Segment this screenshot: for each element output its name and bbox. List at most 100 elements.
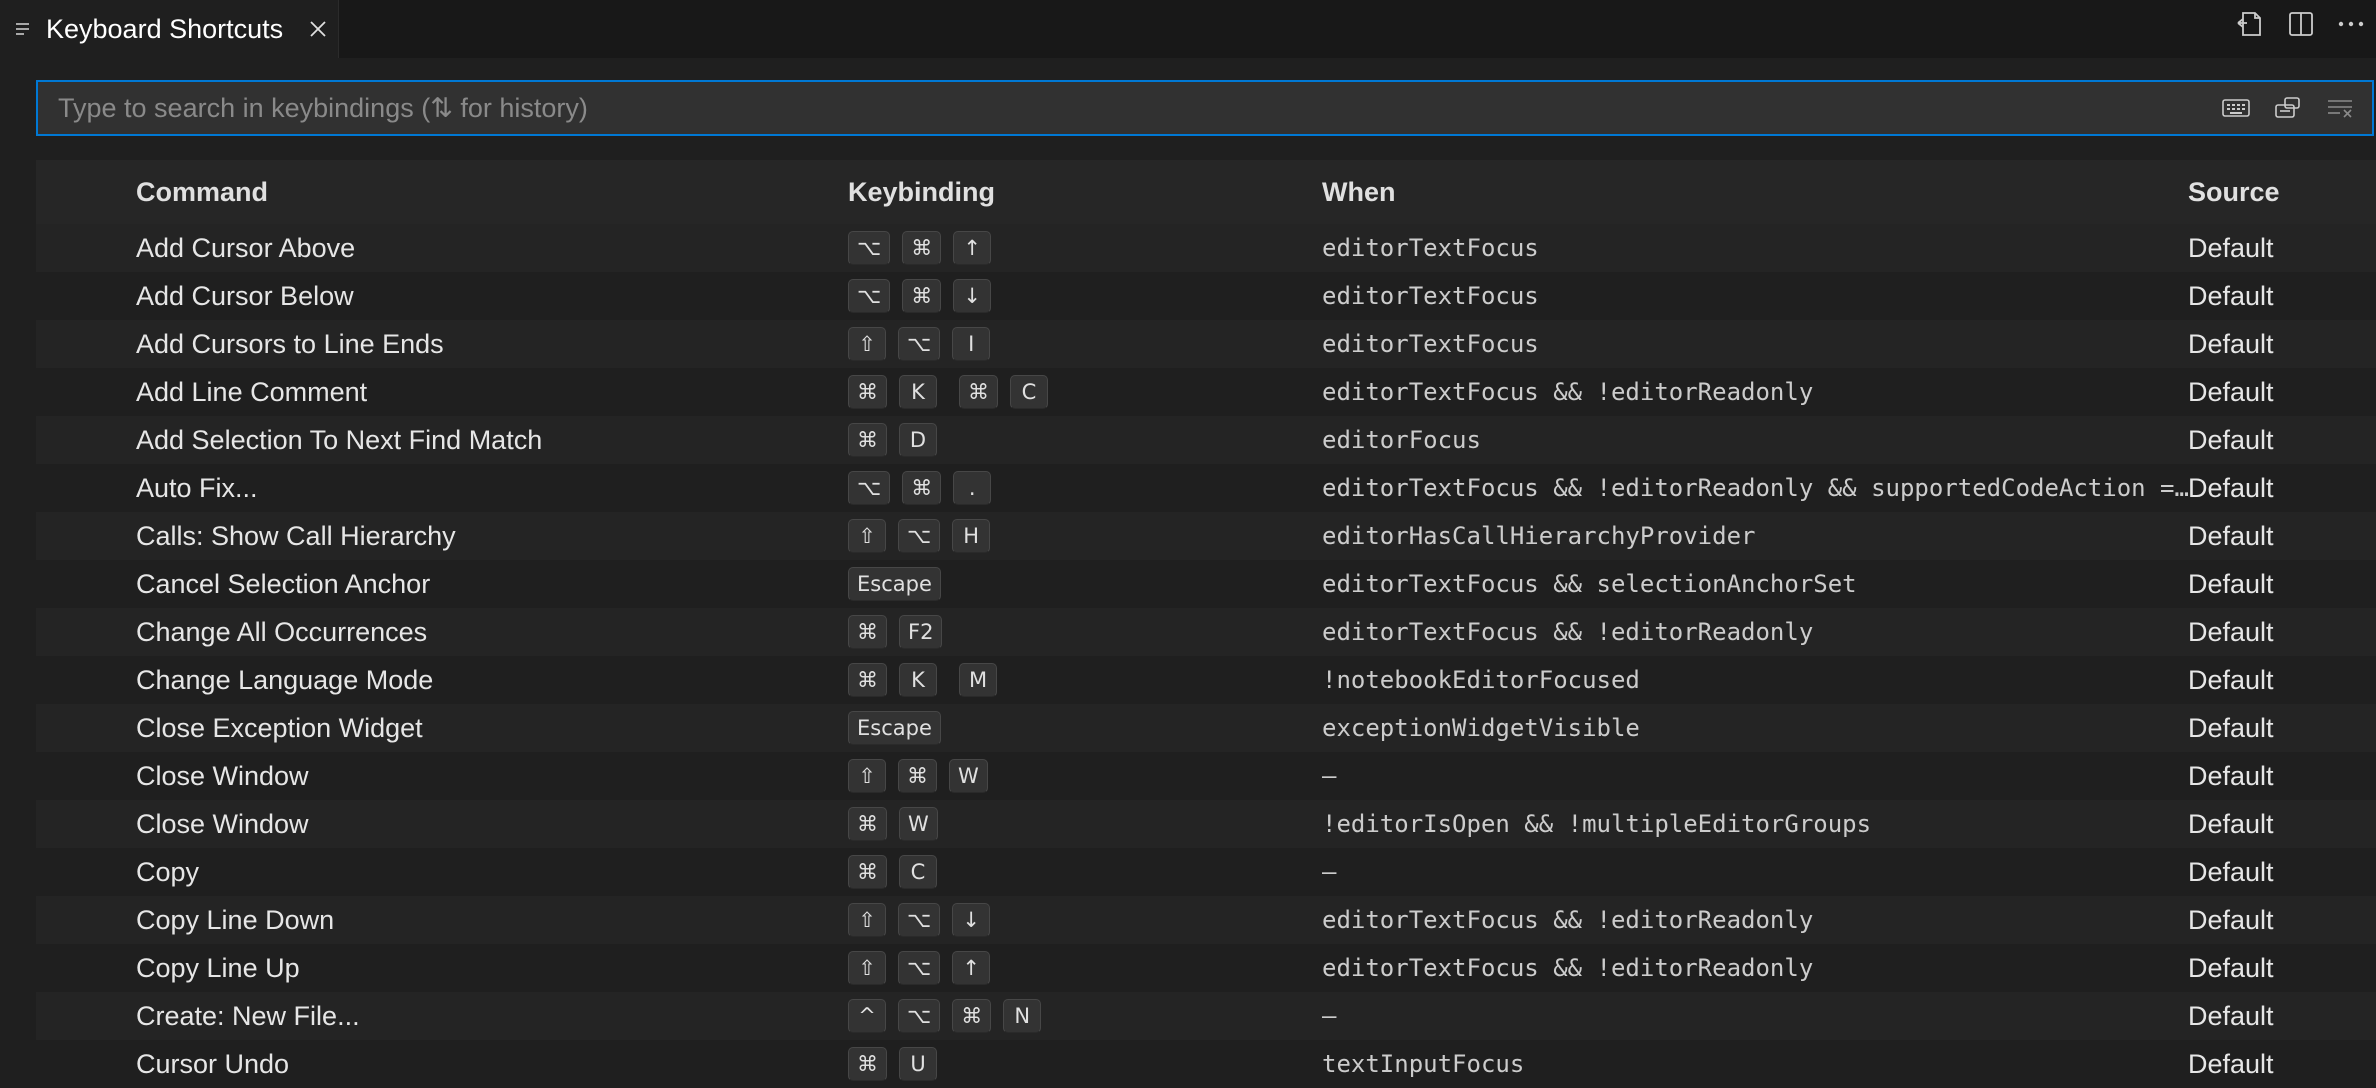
when-cell: editorTextFocus && !editorReadonly bbox=[1322, 378, 1814, 406]
table-row[interactable]: Close Exception Widget Escape exceptionWid… bbox=[36, 704, 2376, 752]
key-label: C bbox=[899, 855, 937, 889]
tab-title: Keyboard Shortcuts bbox=[46, 13, 284, 44]
command-cell: Auto Fix... bbox=[136, 472, 258, 503]
command-cell: Copy Line Down bbox=[136, 904, 335, 935]
keybinding-cell: Escape bbox=[848, 567, 953, 601]
key-label: ⌘ bbox=[848, 423, 887, 457]
table-body: Add Cursor Above ⌥ ⌘ ↑ editorTextFocus Defaul… bbox=[36, 224, 2376, 1088]
key-label: K bbox=[899, 663, 937, 697]
key-label: ⌥ bbox=[898, 951, 941, 985]
record-keys-icon[interactable] bbox=[2210, 86, 2262, 130]
table-row[interactable]: Calls: Show Call Hierarchy ⇧ ⌥ HeditorHasCa… bbox=[36, 512, 2376, 560]
key-label: W bbox=[899, 807, 938, 841]
key-label: W bbox=[949, 759, 988, 793]
command-cell: Copy bbox=[136, 856, 200, 887]
key-label: ⌥ bbox=[898, 999, 941, 1033]
keybinding-cell: ⌥ ⌘ ↑ bbox=[848, 231, 1003, 265]
command-cell: Change Language Mode bbox=[136, 664, 434, 695]
source-cell: Default bbox=[2188, 1048, 2274, 1079]
key-label: ^ bbox=[848, 999, 886, 1033]
key-label: C bbox=[1010, 375, 1048, 409]
keybinding-cell: ^ ⌥ ⌘ N bbox=[848, 999, 1053, 1033]
key-label: ⌘ bbox=[902, 471, 942, 505]
when-cell: editorTextFocus && selectionAnchorSet bbox=[1322, 570, 1857, 598]
source-cell: Default bbox=[2188, 664, 2274, 695]
editor-tab-bar: Keyboard Shortcuts bbox=[0, 0, 2376, 58]
command-cell: Cursor Undo bbox=[136, 1048, 290, 1079]
when-cell: !editorIsOpen && !multipleEditorGroups bbox=[1322, 810, 1872, 838]
search-input[interactable] bbox=[38, 81, 2210, 135]
column-header-when[interactable]: When bbox=[1322, 177, 1396, 208]
table-row[interactable]: Add Cursor Above ⌥ ⌘ ↑ editorTextFocus Defaul… bbox=[36, 224, 2376, 272]
tab-keyboard-shortcuts[interactable]: Keyboard Shortcuts bbox=[0, 0, 339, 58]
key-label: ⌘ bbox=[952, 999, 992, 1033]
when-cell: editorTextFocus && !editorReadonly bbox=[1322, 906, 1814, 934]
key-label: ⌘ bbox=[848, 615, 887, 649]
source-cell: Default bbox=[2188, 280, 2274, 311]
command-cell: Cancel Selection Anchor bbox=[136, 568, 431, 599]
table-row[interactable]: Create: New File... ^ ⌥ ⌘ N – Default bbox=[36, 992, 2376, 1040]
source-cell: Default bbox=[2188, 376, 2274, 407]
close-icon[interactable] bbox=[305, 16, 331, 42]
keybinding-cell: ⌘ K ⌘ C bbox=[848, 375, 1060, 409]
source-cell: Default bbox=[2188, 424, 2274, 455]
when-cell: editorTextFocus bbox=[1322, 282, 1539, 310]
column-header-command[interactable]: Command bbox=[136, 177, 268, 208]
command-cell: Close Window bbox=[136, 760, 309, 791]
keybinding-cell: ⌥ ⌘. bbox=[848, 471, 1003, 505]
when-cell: editorTextFocus && !editorReadonly bbox=[1322, 954, 1814, 982]
command-cell: Add Cursors to Line Ends bbox=[136, 328, 444, 359]
key-label: ↑ bbox=[952, 951, 991, 985]
table-row[interactable]: Copy Line Up ⇧ ⌥ ↑ editorTextFocus && !edito… bbox=[36, 944, 2376, 992]
keybinding-cell: ⇧ ⌘ W bbox=[848, 759, 1000, 793]
key-label: N bbox=[1003, 999, 1042, 1033]
command-cell: Add Cursor Below bbox=[136, 280, 354, 311]
sort-by-precedence-icon[interactable] bbox=[2262, 86, 2314, 130]
command-cell: Close Window bbox=[136, 808, 309, 839]
table-row[interactable]: Copy ⌘ C – Default bbox=[36, 848, 2376, 896]
more-actions-icon[interactable] bbox=[2326, 2, 2376, 46]
table-row[interactable]: Add Line Comment ⌘ K ⌘ CeditorTextFocus && !… bbox=[36, 368, 2376, 416]
command-cell: Change All Occurrences bbox=[136, 616, 428, 647]
split-editor-icon[interactable] bbox=[2276, 2, 2326, 46]
table-row[interactable]: Add Cursor Below ⌥ ⌘ ↓ editorTextFocus Defaul… bbox=[36, 272, 2376, 320]
key-label: D bbox=[899, 423, 937, 457]
table-row[interactable]: Auto Fix... ⌥ ⌘. editorTextFocus && !editor… bbox=[36, 464, 2376, 512]
keybinding-cell: ⌘ C bbox=[848, 855, 949, 889]
editor-actions bbox=[2226, 0, 2376, 48]
when-cell: editorTextFocus bbox=[1322, 234, 1539, 262]
table-row[interactable]: Cancel Selection Anchor Escape editorTextF… bbox=[36, 560, 2376, 608]
key-label: ⌘ bbox=[898, 759, 937, 793]
command-cell: Add Cursor Above bbox=[136, 232, 356, 263]
key-label: ↑ bbox=[953, 231, 992, 265]
source-cell: Default bbox=[2188, 232, 2274, 263]
key-label: ⌘ bbox=[902, 231, 942, 265]
key-label: ⌥ bbox=[848, 471, 891, 505]
source-cell: Default bbox=[2188, 952, 2274, 983]
column-header-source[interactable]: Source bbox=[2188, 177, 2280, 208]
clear-search-icon[interactable] bbox=[2314, 86, 2366, 130]
key-label: ⌘ bbox=[848, 663, 887, 697]
when-cell: editorTextFocus && !editorReadonly && su… bbox=[1322, 474, 2202, 502]
source-cell: Default bbox=[2188, 760, 2274, 791]
table-row[interactable]: Copy Line Down ⇧ ⌥ ↓ editorTextFocus && !edi… bbox=[36, 896, 2376, 944]
table-header: Command Keybinding When Source bbox=[36, 160, 2376, 224]
when-cell: editorFocus bbox=[1322, 426, 1481, 454]
column-header-keybinding[interactable]: Keybinding bbox=[848, 177, 995, 208]
table-row[interactable]: Add Cursors to Line Ends ⇧ ⌥ IeditorTextFoc… bbox=[36, 320, 2376, 368]
table-row[interactable]: Close Window ⌘ W !editorIsOpen && !multiple… bbox=[36, 800, 2376, 848]
when-cell: editorTextFocus && !editorReadonly bbox=[1322, 618, 1814, 646]
key-label: ↓ bbox=[952, 903, 991, 937]
table-row[interactable]: Change All Occurrences ⌘ F2 editorTextFocus… bbox=[36, 608, 2376, 656]
table-row[interactable]: Change Language Mode ⌘ K M !notebookEditorFo… bbox=[36, 656, 2376, 704]
keybinding-cell: ⌘ D bbox=[848, 423, 949, 457]
table-row[interactable]: Cursor Undo ⌘ UtextInputFocus Default bbox=[36, 1040, 2376, 1088]
when-cell: – bbox=[1322, 858, 1337, 886]
open-json-icon[interactable] bbox=[2226, 2, 2276, 46]
when-cell: – bbox=[1322, 1002, 1337, 1030]
table-row[interactable]: Add Selection To Next Find Match ⌘ Deditor… bbox=[36, 416, 2376, 464]
table-row[interactable]: Close Window ⇧ ⌘ W – Default bbox=[36, 752, 2376, 800]
command-cell: Copy Line Up bbox=[136, 952, 300, 983]
source-cell: Default bbox=[2188, 904, 2274, 935]
keybinding-cell: ⌘ K M bbox=[848, 663, 1009, 697]
